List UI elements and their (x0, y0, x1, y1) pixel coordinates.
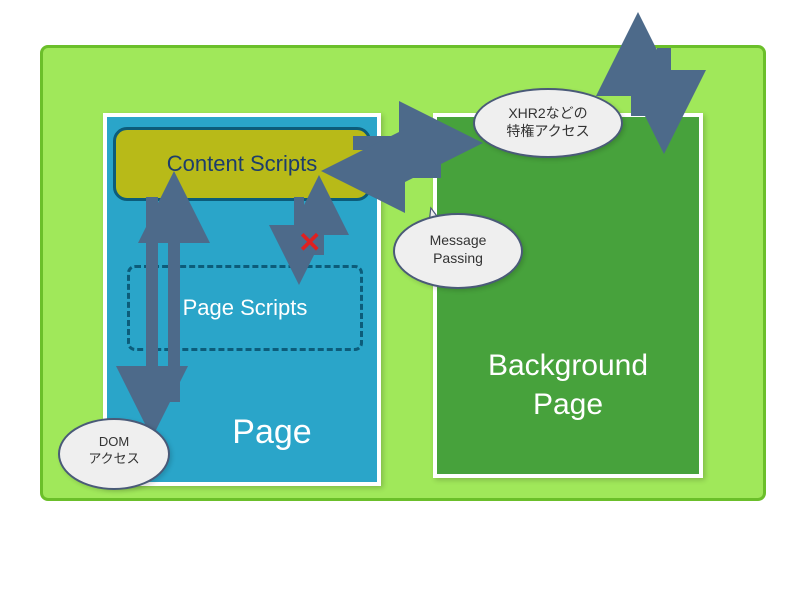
background-page-box: Background Page (433, 113, 703, 478)
callout-dom-text: DOM アクセス (88, 434, 139, 466)
page-label: Page (187, 413, 357, 452)
page-scripts-label: Page Scripts (183, 295, 308, 321)
callout-message-passing: Message Passing (393, 213, 523, 289)
background-page-label: Background Page (488, 346, 648, 424)
arrow-page-to-content-up-1 (159, 197, 189, 417)
callout-xhr-privileged: XHR2などの 特権アクセス (473, 88, 623, 158)
arrow-cs-to-bg (353, 128, 453, 158)
content-scripts-label: Content Scripts (167, 151, 317, 177)
blocked-x-icon: ✕ (298, 226, 321, 259)
callout-msg-text: Message Passing (430, 232, 487, 266)
arrow-bg-to-cs (353, 156, 453, 186)
extension-boundary: Content Scripts Page Scripts Page Backgr… (40, 45, 766, 501)
arrow-ext-to-bg-down (649, 46, 679, 126)
callout-xhr-text: XHR2などの 特権アクセス (506, 105, 589, 139)
callout-dom-access: DOM アクセス (58, 418, 170, 490)
content-scripts-box: Content Scripts (113, 127, 371, 201)
